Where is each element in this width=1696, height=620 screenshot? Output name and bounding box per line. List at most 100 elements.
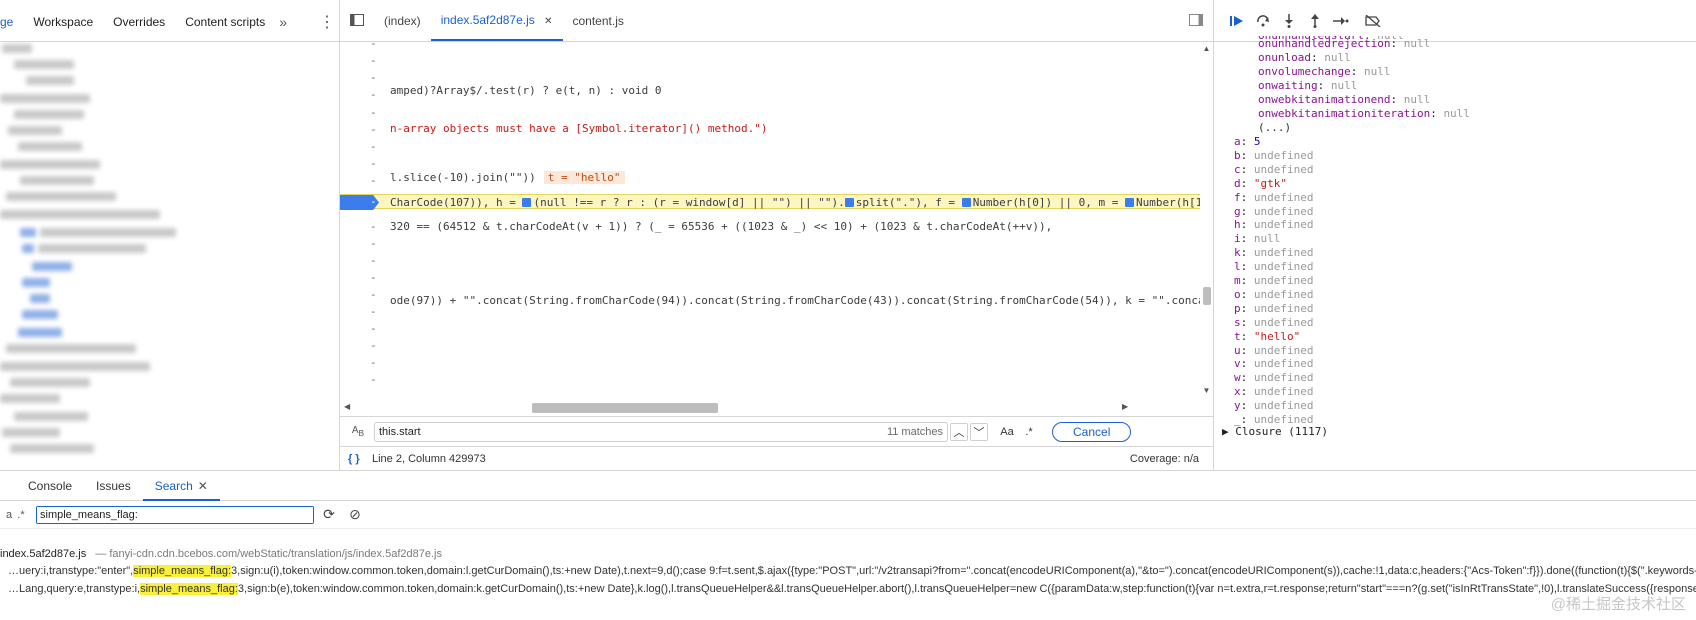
toggle-debugger-icon[interactable] (1179, 0, 1213, 41)
step-into-icon[interactable] (1276, 8, 1302, 34)
scope-variable-row[interactable]: s: undefined (1234, 315, 1313, 330)
tree-item[interactable] (14, 60, 74, 69)
tree-item[interactable] (22, 244, 34, 253)
scope-variable-row[interactable]: u: undefined (1234, 343, 1313, 358)
regex-button[interactable]: .* (12, 509, 30, 521)
editor-vertical-scrollbar[interactable]: ▲ ▼ (1200, 42, 1213, 400)
tree-item[interactable] (26, 76, 74, 85)
tab-console[interactable]: Console (16, 479, 84, 493)
refresh-icon[interactable]: ⟳ (318, 506, 340, 523)
deactivate-breakpoints-icon[interactable] (1360, 8, 1386, 34)
tree-item[interactable] (32, 262, 72, 271)
scope-pane[interactable]: onunhandledstart: null onunhandledreject… (1214, 36, 1696, 470)
scope-variable-row[interactable]: y: undefined (1234, 398, 1313, 413)
search-result-line[interactable]: …Lang,query:e,transtype:i,simple_means_f… (8, 582, 1696, 597)
tree-item[interactable] (6, 192, 116, 201)
inline-breakpoint-icon[interactable] (1125, 198, 1135, 207)
tree-item[interactable] (0, 94, 90, 103)
scope-variable-row[interactable]: i: null (1234, 231, 1280, 246)
scroll-left-icon[interactable]: ◀ (344, 400, 350, 414)
expand-arrow-icon[interactable]: ▶ (1222, 425, 1229, 438)
search-result-line[interactable]: …uery:i,transtype:"enter",simple_means_f… (8, 564, 1696, 579)
tree-item[interactable] (30, 294, 50, 303)
scope-variable-row[interactable]: x: undefined (1234, 384, 1313, 399)
tab-content-scripts[interactable]: Content scripts (175, 15, 275, 29)
tree-item[interactable] (0, 362, 150, 371)
inline-breakpoint-icon[interactable] (961, 198, 971, 207)
scope-variable-row[interactable]: d: "gtk" (1234, 176, 1287, 191)
scope-variable-row[interactable]: o: undefined (1234, 287, 1313, 302)
cancel-button[interactable]: Cancel (1052, 421, 1132, 442)
scope-ellipsis[interactable]: (...) (1258, 120, 1291, 135)
step-icon[interactable] (1328, 8, 1354, 34)
close-icon[interactable]: ✕ (544, 16, 552, 27)
toggle-navigator-icon[interactable] (340, 0, 374, 41)
tab-search[interactable]: Search ✕ (142, 471, 220, 501)
regex-button[interactable]: .* (1020, 423, 1038, 441)
tree-item[interactable] (0, 160, 100, 169)
closure-row[interactable]: ▶ Closure (1117) (1222, 424, 1328, 439)
tree-item[interactable] (18, 142, 82, 151)
replace-toggle-icon[interactable]: AB (344, 425, 372, 438)
tree-item[interactable] (20, 228, 36, 237)
tab-page[interactable]: ge (0, 15, 23, 29)
tab-overrides[interactable]: Overrides (103, 15, 175, 29)
tree-item[interactable] (10, 444, 94, 453)
navigator-menu-icon[interactable]: ⋮ (315, 12, 339, 32)
breakpoint-marker[interactable]: - (340, 195, 379, 210)
scope-variable-row[interactable]: v: undefined (1234, 356, 1313, 371)
scroll-thumb[interactable] (1203, 287, 1211, 305)
scope-variable-row[interactable]: k: undefined (1234, 245, 1313, 260)
scope-variable-row[interactable]: f: undefined (1234, 190, 1313, 205)
tree-item[interactable] (22, 278, 50, 287)
tree-item[interactable] (22, 310, 58, 319)
match-case-button[interactable]: Aa (998, 423, 1016, 441)
result-file-header[interactable]: index.5af2d87e.js — fanyi-cdn.cdn.bcebos… (0, 547, 442, 562)
more-tabs-icon[interactable]: » (275, 14, 291, 30)
close-icon[interactable]: ✕ (198, 479, 208, 493)
pretty-print-icon[interactable]: { } (348, 453, 372, 465)
scope-variable-row[interactable]: b: undefined (1234, 148, 1313, 163)
scope-variable-row[interactable]: m: undefined (1234, 273, 1313, 288)
scope-variable-row[interactable]: l: undefined (1234, 259, 1313, 274)
scroll-right-icon[interactable]: ▶ (1122, 400, 1128, 414)
tree-item[interactable] (10, 378, 90, 387)
search-input[interactable] (37, 506, 313, 523)
tree-item[interactable] (0, 210, 160, 219)
scroll-thumb[interactable] (532, 403, 718, 413)
scope-variable-row[interactable]: p: undefined (1234, 301, 1313, 316)
editor-horizontal-scrollbar[interactable]: ◀ ▶ (340, 400, 1200, 414)
scope-variable-row[interactable]: h: undefined (1234, 217, 1313, 232)
scope-variable-row[interactable]: a: 5 (1234, 134, 1261, 149)
resume-icon[interactable] (1224, 8, 1250, 34)
scope-variable-row[interactable]: c: undefined (1234, 162, 1313, 177)
tree-item[interactable] (14, 412, 88, 421)
clear-icon[interactable]: ⊘ (344, 506, 366, 523)
scroll-down-icon[interactable]: ▼ (1201, 386, 1212, 395)
step-over-icon[interactable] (1250, 8, 1276, 34)
tree-item[interactable] (38, 244, 146, 253)
step-out-icon[interactable] (1302, 8, 1328, 34)
scope-variable-row[interactable]: g: undefined (1234, 204, 1313, 219)
scope-variable-row[interactable]: t: "hello" (1234, 329, 1300, 344)
tab-index-js[interactable]: index.5af2d87e.js ✕ (430, 0, 563, 41)
tab-issues[interactable]: Issues (84, 479, 143, 493)
tree-item[interactable] (0, 394, 60, 403)
tab-workspace[interactable]: Workspace (23, 15, 103, 29)
tree-item[interactable] (2, 428, 60, 437)
tree-item[interactable] (20, 176, 94, 185)
code-view[interactable]: - - - - - - - - - - - - - - - - - - - - … (340, 42, 1200, 400)
tree-item[interactable] (18, 328, 62, 337)
scroll-up-icon[interactable]: ▲ (1201, 44, 1212, 53)
next-match-icon[interactable]: ﹀ (970, 422, 988, 441)
tree-item[interactable] (6, 344, 136, 353)
tab-content-js[interactable]: content.js (563, 0, 634, 41)
tree-item[interactable] (8, 126, 62, 135)
tree-item[interactable] (40, 228, 176, 237)
tab-index-html[interactable]: (index) (374, 0, 431, 41)
scope-variable-row[interactable]: w: undefined (1234, 370, 1313, 385)
find-input[interactable] (375, 422, 947, 441)
tree-item[interactable] (14, 110, 84, 119)
inline-breakpoint-icon[interactable] (844, 198, 854, 207)
previous-match-icon[interactable]: ︿ (950, 422, 968, 441)
